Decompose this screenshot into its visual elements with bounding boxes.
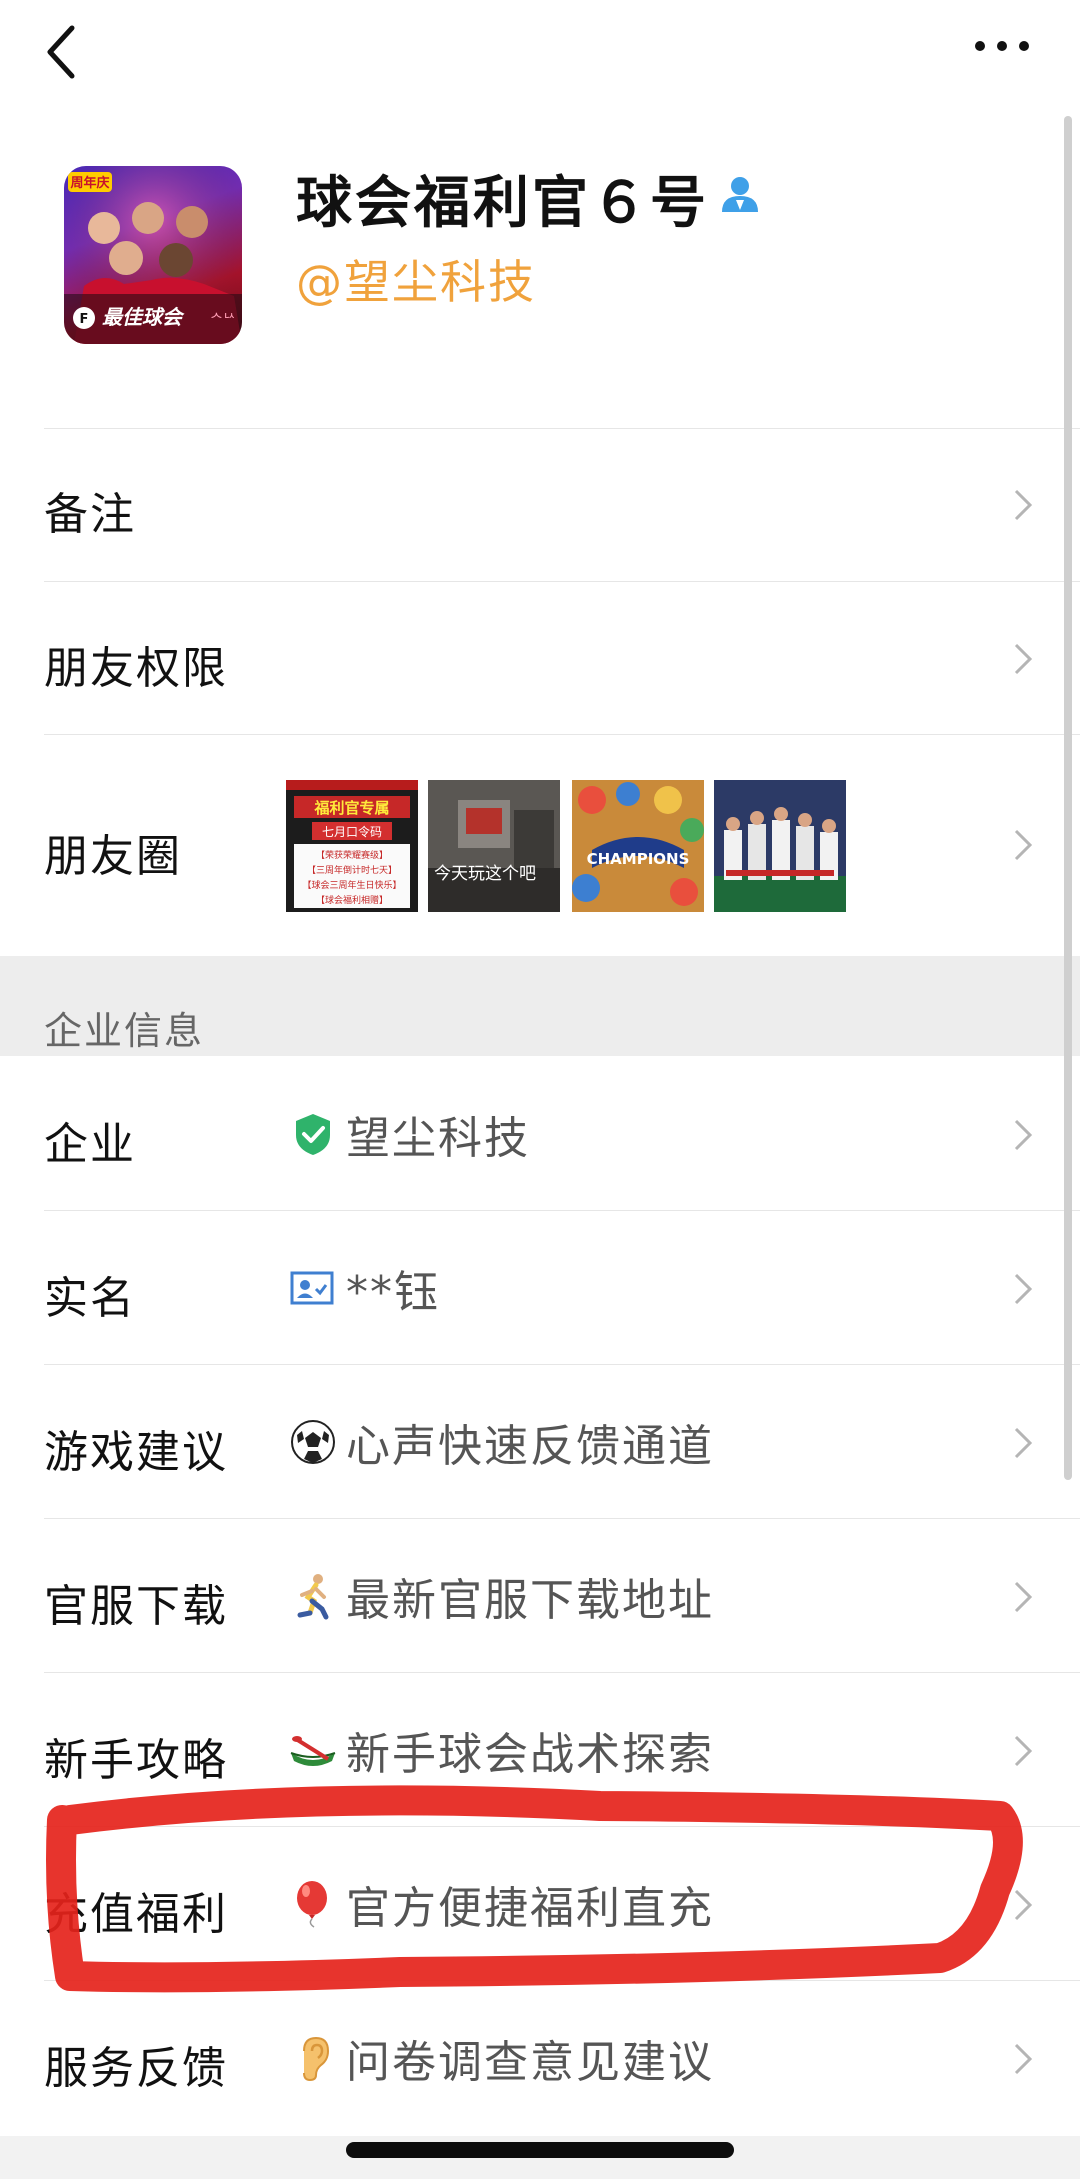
divider <box>44 428 1080 429</box>
chevron-right-icon <box>1014 1427 1033 1459</box>
row-guide-value: 新手球会战术探索 <box>288 1718 714 1782</box>
chevron-right-icon <box>1014 1119 1033 1151</box>
divider <box>44 1518 1080 1519</box>
ear-icon <box>303 2036 330 2082</box>
enterprise-handle: @望尘科技 <box>296 255 536 309</box>
divider <box>44 1364 1080 1365</box>
row-moments-label[interactable]: 朋友圈 <box>44 820 182 884</box>
thumb-caption: CHAMPIONS <box>587 850 690 868</box>
row-enterprise-value: 望尘科技 <box>288 1102 530 1166</box>
thumb-line: 【三周年倒计时七天】 <box>307 864 397 876</box>
value-text: **钰 <box>346 1267 440 1318</box>
row-realname-value: **钰 <box>288 1256 440 1320</box>
value-text: 最新官服下载地址 <box>346 1575 714 1626</box>
divider <box>44 734 1080 735</box>
avatar-tag: 周年庆 <box>70 175 109 191</box>
thumb-line: 【球会三周年生日快乐】 <box>302 879 401 891</box>
thumb-sub: 七月口令码 <box>322 824 382 839</box>
row-guide-label[interactable]: 新手攻略 <box>44 1724 228 1788</box>
moments-thumbnail[interactable] <box>714 780 846 912</box>
chevron-right-icon <box>1014 1273 1033 1305</box>
chevron-right-icon <box>1014 829 1033 861</box>
enterprise-contact-icon <box>722 177 758 212</box>
id-card-icon <box>290 1271 334 1305</box>
avatar[interactable]: 周年庆 F 最佳球会 ᄉᄂᄉ <box>64 166 242 344</box>
row-game-suggestion-value: 心声快速反馈通道 <box>288 1410 714 1474</box>
value-text: 新手球会战术探索 <box>346 1729 714 1780</box>
chevron-right-icon <box>1014 1735 1033 1767</box>
row-download-value: 最新官服下载地址 <box>288 1564 714 1628</box>
chevron-right-icon <box>1014 489 1033 521</box>
moments-thumbnail[interactable]: 福利官专属 七月口令码 【荣获荣耀赛级】 【三周年倒计时七天】 【球会三周年生日… <box>286 780 418 912</box>
value-text: 望尘科技 <box>346 1113 530 1164</box>
thumb-line: 【荣获荣耀赛级】 <box>316 849 388 861</box>
red-highlight-annotation <box>46 1785 1023 1993</box>
canoe-icon <box>290 1736 336 1766</box>
avatar-text: 最佳球会 <box>102 305 185 329</box>
row-permission-label[interactable]: 朋友权限 <box>44 632 228 696</box>
value-text: 心声快速反馈通道 <box>346 1421 714 1472</box>
home-indicator[interactable] <box>346 2142 734 2158</box>
verified-shield-icon <box>296 1114 330 1155</box>
row-game-suggestion-label[interactable]: 游戏建议 <box>44 1416 228 1480</box>
divider <box>44 1210 1080 1211</box>
running-person-icon <box>297 1574 329 1620</box>
divider <box>44 581 1080 582</box>
divider <box>44 1672 1080 1673</box>
row-realname-label[interactable]: 实名 <box>44 1262 136 1326</box>
back-chevron-icon[interactable] <box>42 22 82 82</box>
moments-thumbnail[interactable]: 今天玩这个吧 <box>428 780 560 912</box>
row-feedback-label[interactable]: 服务反馈 <box>44 2032 228 2096</box>
section-title: 企业信息 <box>44 1009 205 1053</box>
row-enterprise-label[interactable]: 企业 <box>44 1108 136 1172</box>
svg-text:ᄉᄂᄉ: ᄉᄂᄉ <box>210 312 236 328</box>
row-note-label[interactable]: 备注 <box>44 478 136 542</box>
soccer-ball-icon <box>291 1420 335 1464</box>
contact-name: 球会福利官６号 <box>296 171 709 236</box>
thumb-title: 福利官专属 <box>313 799 389 817</box>
scrollbar[interactable] <box>1064 116 1072 1480</box>
chevron-right-icon <box>1014 643 1033 675</box>
thumb-line: 【球会福利相赠】 <box>316 894 388 906</box>
moments-thumbnail[interactable]: CHAMPIONS <box>572 780 704 912</box>
row-download-label[interactable]: 官服下载 <box>44 1570 228 1634</box>
more-horizontal-icon[interactable] <box>972 36 1032 56</box>
svg-text:F: F <box>80 312 89 327</box>
chevron-right-icon <box>1014 1581 1033 1613</box>
chevron-right-icon <box>1014 2043 1033 2075</box>
thumb-caption: 今天玩这个吧 <box>434 864 536 884</box>
